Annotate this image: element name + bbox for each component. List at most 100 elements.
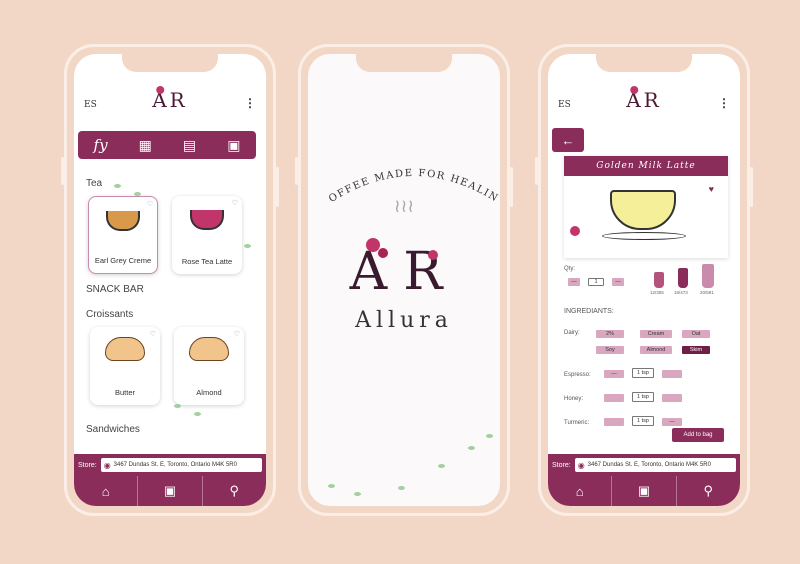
espresso-value[interactable]: 1 tsp (632, 368, 654, 378)
qty-value[interactable]: 1 (588, 278, 604, 286)
turmeric-value[interactable]: 1 tsp (632, 416, 654, 426)
product-title: Golden Milk Latte (564, 156, 728, 176)
home-icon[interactable]: ⌂ (74, 476, 139, 506)
splash-phone-frame: COFFEE MADE FOR HEALING ≀≀≀ AR Allura (295, 44, 513, 516)
section-title-tea: Tea (86, 178, 103, 189)
qr-icon[interactable]: ▦ (139, 137, 152, 154)
dairy-option[interactable]: Soy (596, 346, 624, 354)
tab-for-you[interactable]: fy (94, 136, 108, 154)
menu-card-label: Butter (114, 387, 135, 397)
more-menu-icon[interactable]: ⋮ (244, 96, 256, 110)
machine-icon[interactable]: ▣ (227, 137, 240, 154)
phone-notch (356, 54, 452, 72)
favorite-heart-icon[interactable]: ♡ (150, 330, 156, 338)
menu-screen: ES AR ⋮ fy ▦ ▤ ▣ Tea ♡ Earl Grey Creme ♡… (74, 54, 266, 506)
espresso-increase-button[interactable] (662, 370, 682, 378)
store-label: Store: (552, 461, 571, 469)
coffee-icon[interactable]: ▤ (183, 137, 196, 154)
menu-card-rose-tea[interactable]: ♡ Rose Tea Latte (172, 196, 242, 274)
leaf-decoration (354, 492, 361, 496)
favorite-heart-icon[interactable]: ♡ (232, 199, 238, 207)
section-title-croissants: Croissants (86, 309, 134, 320)
honey-value[interactable]: 1 tsp (632, 392, 654, 402)
qty-label: Qty: (564, 266, 576, 272)
leaf-decoration (328, 484, 335, 488)
dairy-option[interactable]: Cream (640, 330, 672, 338)
phone-notch (596, 54, 692, 72)
dairy-label: Dairy: (564, 330, 580, 336)
section-title-snack-bar: SNACK BAR (86, 284, 144, 295)
bottom-nav: ⌂ ▣ ⚲ (74, 476, 266, 506)
add-to-bag-button[interactable]: Add to bag (672, 428, 724, 442)
dairy-option-selected[interactable]: Skim (682, 346, 710, 354)
back-button[interactable]: ← (552, 128, 584, 152)
qty-increase-button[interactable]: — (612, 278, 624, 286)
home-icon[interactable]: ⌂ (548, 476, 613, 506)
dairy-option[interactable]: Almond (640, 346, 672, 354)
leaf-decoration (244, 244, 251, 248)
store-selector[interactable]: Store: ◉ 3467 Dundas St. E, Toronto, Onta… (548, 454, 740, 476)
rose-icon (378, 248, 388, 258)
turmeric-decrease-button[interactable] (604, 418, 624, 426)
menu-card-butter-croissant[interactable]: ♡ Butter (90, 327, 160, 405)
leaf-decoration (486, 434, 493, 438)
bag-icon[interactable]: ▣ (612, 476, 677, 506)
honey-decrease-button[interactable] (604, 394, 624, 402)
size-medium-icon[interactable] (678, 268, 688, 288)
rose-icon (630, 86, 639, 94)
store-address: 3467 Dundas St. E, Toronto, Ontario M4K … (587, 462, 711, 468)
dairy-option[interactable]: 2% (596, 330, 624, 338)
store-address-field[interactable]: ◉ 3467 Dundas St. E, Toronto, Ontario M4K… (574, 458, 736, 472)
croissant-icon (189, 337, 229, 361)
croissant-icon (105, 337, 145, 361)
favorite-heart-icon[interactable]: ♥ (709, 184, 714, 194)
leaf-decoration (134, 192, 141, 196)
detail-phone-frame: ES AR ⋮ ← Golden Milk Latte ♥ Qty: — 1 —… (535, 44, 753, 516)
tea-cup-icon (106, 211, 140, 231)
leaf-decoration (114, 184, 121, 188)
store-address-field[interactable]: ◉ 3467 Dundas St. E, Toronto, Ontario M4K… (100, 458, 262, 472)
leaf-decoration (398, 486, 405, 490)
store-address: 3467 Dundas St. E, Toronto, Ontario M4K … (113, 462, 237, 468)
menu-card-label: Almond (196, 387, 222, 397)
detail-screen: ES AR ⋮ ← Golden Milk Latte ♥ Qty: — 1 —… (548, 54, 740, 506)
splash-logo: AR (349, 242, 459, 302)
honey-label: Honey: (564, 396, 584, 402)
tea-cup-icon (190, 210, 224, 230)
saucer-icon (602, 232, 686, 240)
app-logo: AR (152, 86, 188, 112)
size-small-icon[interactable] (654, 272, 664, 288)
honey-increase-button[interactable] (662, 394, 682, 402)
profile-icon[interactable]: ES (558, 100, 571, 110)
detail-header: ES AR ⋮ (548, 86, 740, 118)
size-large-icon[interactable] (702, 264, 714, 288)
turmeric-increase-button[interactable]: — (662, 418, 682, 426)
leaf-decoration (194, 412, 201, 416)
brand-name: Allura (355, 308, 453, 333)
espresso-decrease-button[interactable]: — (604, 370, 624, 378)
dairy-option[interactable]: Oat (682, 330, 710, 338)
menu-card-label: Earl Grey Creme (94, 255, 152, 265)
menu-card-almond-croissant[interactable]: ♡ Almond (174, 327, 244, 405)
menu-card-label: Rose Tea Latte (181, 256, 233, 266)
size-large-label: 20/591 (700, 290, 714, 295)
favorite-heart-icon[interactable]: ♡ (234, 330, 240, 338)
rose-icon (570, 226, 580, 236)
leaf-decoration (438, 464, 445, 468)
phone-notch (122, 54, 218, 72)
menu-card-earl-grey[interactable]: ♡ Earl Grey Creme (88, 196, 158, 274)
menu-header: ES AR ⋮ (74, 86, 266, 118)
store-selector[interactable]: Store: ◉ 3467 Dundas St. E, Toronto, Onta… (74, 454, 266, 476)
profile-icon[interactable]: ES (84, 100, 97, 110)
section-title-sandwiches: Sandwiches (86, 424, 140, 435)
ingredients-label: INGREDIANTS: (564, 308, 614, 315)
location-icon[interactable]: ⚲ (677, 476, 740, 506)
qty-decrease-button[interactable]: — (568, 278, 580, 286)
bag-icon[interactable]: ▣ (138, 476, 203, 506)
location-icon[interactable]: ⚲ (203, 476, 266, 506)
size-medium-label: 16/473 (674, 290, 688, 295)
more-menu-icon[interactable]: ⋮ (718, 96, 730, 110)
favorite-heart-icon[interactable]: ♡ (147, 200, 153, 208)
phone-side-button (535, 157, 538, 185)
category-tabbar: fy ▦ ▤ ▣ (78, 131, 256, 159)
